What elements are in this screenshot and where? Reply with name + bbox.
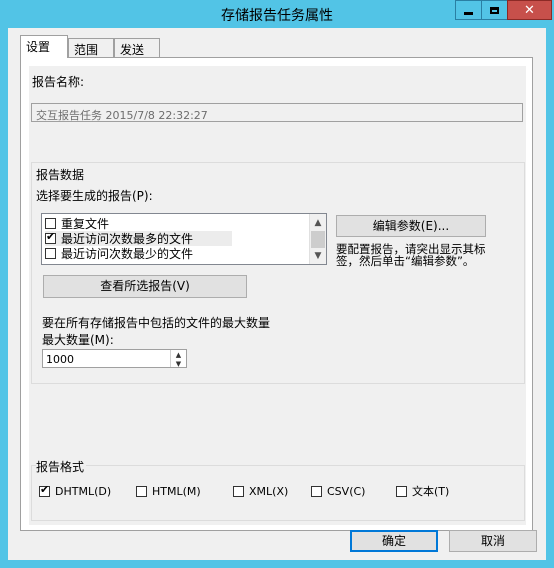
report-checkbox-duplicate-files[interactable]: [45, 218, 56, 229]
tab-delivery[interactable]: 发送: [114, 38, 160, 57]
max-count-spinner[interactable]: 1000 ▲ ▼: [42, 349, 187, 368]
reports-listbox[interactable]: 重复文件 ✔ 最近访问次数最多的文件 最近访问次数最少的文件 ▲ ▼: [41, 213, 327, 265]
format-options-row: ✔ DHTML(D) HTML(M) XML(X) CSV(C) 文本(T): [39, 483, 519, 499]
increment-icon[interactable]: ▲: [171, 350, 186, 359]
check-icon: ✔: [46, 230, 56, 243]
max-count-value[interactable]: 1000: [46, 353, 74, 366]
format-checkbox-text[interactable]: [396, 485, 407, 497]
dialog-client: 设置 范围 发送 报告名称: 交互报告任务 2015/7/8 22:32:27 …: [8, 28, 546, 560]
dialog-window: 存储报告任务属性 ✕ 设置 范围 发送 报告名称: 交互报告任务 2015/7/…: [0, 0, 554, 568]
report-name-field[interactable]: 交互报告任务 2015/7/8 22:32:27: [31, 103, 523, 122]
format-checkbox-xml[interactable]: [233, 485, 244, 497]
tab-panel-settings: 报告名称: 交互报告任务 2015/7/8 22:32:27 报告数据 选择要生…: [20, 57, 533, 531]
view-selected-reports-button[interactable]: 查看所选报告(V): [43, 275, 247, 298]
scroll-thumb[interactable]: [311, 231, 325, 248]
scroll-up-icon[interactable]: ▲: [310, 214, 326, 231]
list-scrollbar[interactable]: ▲ ▼: [309, 214, 326, 264]
close-button[interactable]: ✕: [507, 0, 552, 20]
format-option-html[interactable]: HTML(M): [136, 483, 201, 499]
close-icon: ✕: [524, 2, 535, 18]
format-option-text[interactable]: 文本(T): [396, 483, 449, 499]
scroll-down-icon[interactable]: ▼: [310, 247, 326, 264]
list-item[interactable]: 最近访问次数最少的文件: [45, 246, 193, 261]
max-files-description: 要在所有存储报告中包括的文件的最大数量: [42, 316, 271, 330]
minimize-button[interactable]: [455, 0, 482, 20]
maximize-button[interactable]: [481, 0, 508, 20]
tab-scope[interactable]: 范围: [68, 38, 114, 57]
format-label-html: HTML(M): [152, 484, 201, 498]
format-label-csv: CSV(C): [327, 484, 366, 498]
format-checkbox-html[interactable]: [136, 485, 147, 497]
settings-content: 报告名称: 交互报告任务 2015/7/8 22:32:27 报告数据 选择要生…: [29, 66, 526, 525]
list-item-label: 最近访问次数最少的文件: [61, 247, 194, 261]
format-option-xml[interactable]: XML(X): [233, 483, 288, 499]
tab-settings[interactable]: 设置: [20, 35, 68, 58]
edit-parameters-button[interactable]: 编辑参数(E)...: [336, 215, 486, 237]
report-checkbox-least-accessed[interactable]: [45, 248, 56, 259]
format-option-dhtml[interactable]: ✔ DHTML(D): [39, 483, 111, 499]
format-label-text: 文本(T): [412, 485, 450, 498]
decrement-icon[interactable]: ▼: [171, 359, 186, 368]
report-data-group-label: 报告数据: [36, 168, 85, 182]
ok-button[interactable]: 确定: [350, 530, 438, 552]
format-option-csv[interactable]: CSV(C): [311, 483, 365, 499]
format-checkbox-dhtml[interactable]: ✔: [39, 482, 50, 497]
format-label-xml: XML(X): [249, 484, 289, 498]
list-item[interactable]: 重复文件: [45, 216, 109, 231]
cancel-button[interactable]: 取消: [449, 530, 537, 552]
format-checkbox-csv[interactable]: [311, 485, 322, 497]
list-item[interactable]: ✔ 最近访问次数最多的文件: [45, 231, 232, 246]
title-bar[interactable]: 存储报告任务属性 ✕: [0, 0, 554, 28]
max-count-label: 最大数量(M):: [42, 333, 114, 347]
check-icon: ✔: [40, 482, 50, 496]
report-name-label: 报告名称:: [32, 75, 85, 89]
edit-parameters-hint: 要配置报告，请突出显示其标签，然后单击“编辑参数”。: [336, 242, 486, 268]
minimize-icon: [464, 11, 473, 15]
report-checkbox-most-accessed[interactable]: ✔: [45, 230, 56, 244]
spinner-buttons: ▲ ▼: [170, 350, 186, 368]
maximize-icon: [490, 6, 499, 14]
select-reports-label: 选择要生成的报告(P):: [36, 189, 153, 203]
report-format-group-label: 报告格式: [36, 458, 87, 475]
format-label-dhtml: DHTML(D): [55, 484, 112, 498]
